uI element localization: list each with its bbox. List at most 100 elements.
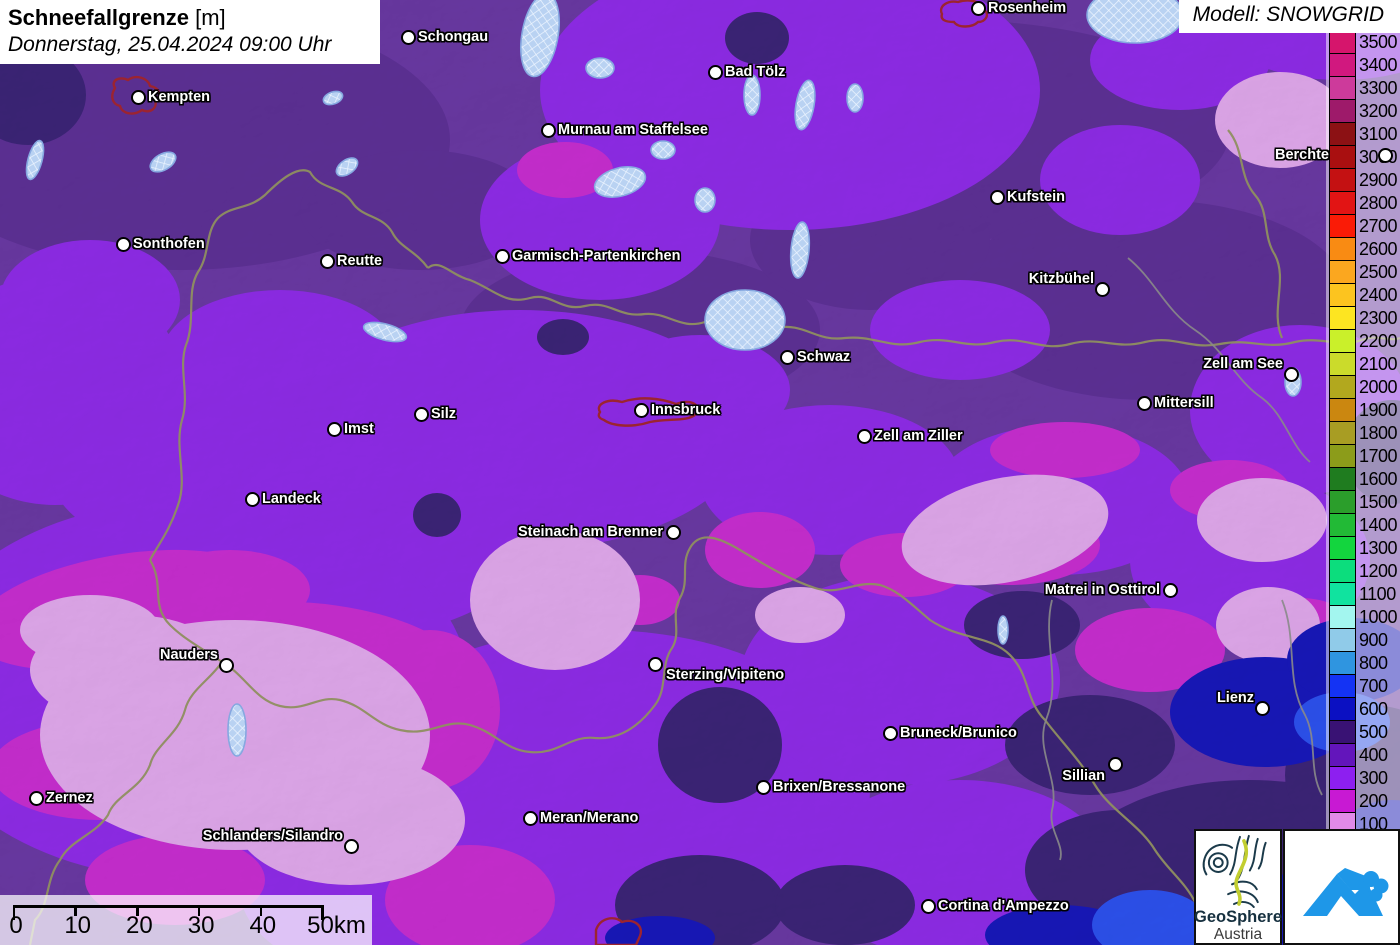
colorbar-value: 700	[1359, 676, 1388, 696]
colorbar-entry: 1200	[1326, 559, 1400, 583]
colorbar-value: 1800	[1359, 423, 1398, 443]
colorbar-swatch	[1329, 214, 1356, 238]
colorbar-swatch	[1329, 720, 1356, 744]
colorbar-swatch	[1329, 283, 1356, 307]
colorbar-swatch	[1329, 444, 1356, 468]
colorbar-swatch	[1329, 352, 1356, 376]
colorbar-swatch	[1329, 53, 1356, 77]
scalebar-label: 0	[9, 912, 23, 939]
geosphere-logo-subtext: Austria	[1213, 926, 1263, 943]
scalebar-label: 10	[64, 912, 92, 939]
colorbar-entry: 1800	[1326, 421, 1400, 445]
colorbar-entry: 2600	[1326, 237, 1400, 261]
snowline-map	[0, 0, 1400, 945]
colorbar-entry: 3200	[1326, 99, 1400, 123]
scalebar-label: 30	[187, 912, 215, 939]
colorbar-value: 3000	[1359, 147, 1398, 167]
colorbar-entry: 200	[1326, 789, 1400, 813]
colorbar-entry: 1300	[1326, 536, 1400, 560]
colorbar-entry: 2500	[1326, 260, 1400, 284]
colorbar-value: 2500	[1359, 262, 1398, 282]
colorbar-value: 3300	[1359, 78, 1398, 98]
colorbar-swatch	[1329, 513, 1356, 537]
colorbar-swatch	[1329, 122, 1356, 146]
colorbar-entry: 2400	[1326, 283, 1400, 307]
weather-map-screen: Schongau Rosenheim Bad Tölz Kempten Murnau a…	[0, 0, 1400, 945]
colorbar-value: 300	[1359, 768, 1388, 788]
title-unit: [m]	[195, 5, 226, 30]
title-datetime: Donnerstag, 25.04.2024 09:00 Uhr	[8, 33, 332, 56]
colorbar-entry: 2000	[1326, 375, 1400, 399]
geosphere-contour-icon	[1202, 834, 1267, 908]
colorbar-swatch	[1329, 766, 1356, 790]
colorbar-swatch	[1329, 697, 1356, 721]
colorbar-entry: 1100	[1326, 582, 1400, 606]
colorbar-value: 2700	[1359, 216, 1398, 236]
colorbar-swatch	[1329, 628, 1356, 652]
colorbar-swatch	[1329, 306, 1356, 330]
colorbar-value: 200	[1359, 791, 1388, 811]
colorbar-swatch	[1329, 536, 1356, 560]
colorbar-entry: 3300	[1326, 76, 1400, 100]
colorbar-value: 3200	[1359, 101, 1398, 121]
colorbar-value: 500	[1359, 722, 1388, 742]
colorbar-value: 1900	[1359, 400, 1398, 420]
terrain-hillshade	[0, 0, 1400, 945]
colorbar-swatch	[1329, 743, 1356, 767]
colorbar-value: 2600	[1359, 239, 1398, 259]
colorbar-value: 2200	[1359, 331, 1398, 351]
colorbar-entry: 400	[1326, 743, 1400, 767]
colorbar-swatch	[1329, 168, 1356, 192]
colorbar-entry: 3500	[1326, 30, 1400, 54]
colorbar-value: 1000	[1359, 607, 1398, 627]
colorbar-value: 1300	[1359, 538, 1398, 558]
colorbar-entry: 2100	[1326, 352, 1400, 376]
scalebar-label: 20	[126, 912, 153, 939]
scalebar-line	[14, 905, 323, 908]
colorbar-entry: 1000	[1326, 605, 1400, 629]
colorbar-swatch	[1329, 605, 1356, 629]
colorbar-swatch	[1329, 30, 1356, 54]
title-variable: Schneefallgrenze	[8, 5, 189, 30]
colorbar-swatch	[1329, 674, 1356, 698]
colorbar-entry: 800	[1326, 651, 1400, 675]
tirol-roof-icon	[1303, 868, 1389, 916]
colorbar-swatch	[1329, 651, 1356, 675]
colorbar-swatch	[1329, 260, 1356, 284]
colorbar-value: 2100	[1359, 354, 1398, 374]
colorbar-entry: 700	[1326, 674, 1400, 698]
colorbar-swatch	[1329, 191, 1356, 215]
geosphere-logo: GeoSphere Austria	[1194, 829, 1282, 945]
colorbar-value: 1100	[1359, 584, 1396, 604]
colorbar-entry: 2900	[1326, 168, 1400, 192]
colorbar-swatch	[1329, 145, 1356, 169]
colorbar-entry: 3100	[1326, 122, 1400, 146]
colorbar-entry: 300	[1326, 766, 1400, 790]
colorbar-entry: 2700	[1326, 214, 1400, 238]
colorbar-swatch	[1329, 375, 1356, 399]
distance-scalebar: 0 10 20 30 40 50km	[0, 895, 372, 945]
colorbar-value: 1200	[1359, 561, 1398, 581]
colorbar-swatch	[1329, 467, 1356, 491]
colorbar-value: 1700	[1359, 446, 1398, 466]
colorbar-rows: 3500 3400 3300 3200 3100 3000 2900 2800 2700 2600…	[1326, 30, 1400, 836]
colorbar-swatch	[1329, 99, 1356, 123]
colorbar-entry: 500	[1326, 720, 1400, 744]
colorbar-legend: 3500 3400 3300 3200 3100 3000 2900 2800 2700 2600…	[1326, 30, 1400, 845]
colorbar-entry: 2200	[1326, 329, 1400, 353]
colorbar-swatch	[1329, 789, 1356, 813]
colorbar-value: 2900	[1359, 170, 1398, 190]
colorbar-value: 400	[1359, 745, 1388, 765]
colorbar-entry: 1700	[1326, 444, 1400, 468]
colorbar-value: 1500	[1359, 492, 1398, 512]
colorbar-value: 2300	[1359, 308, 1398, 328]
colorbar-entry: 3000	[1326, 145, 1400, 169]
colorbar-swatch	[1329, 559, 1356, 583]
colorbar-value: 2000	[1359, 377, 1398, 397]
geosphere-logo-text: GeoSphere	[1193, 908, 1283, 926]
page-title: Schneefallgrenze [m]	[8, 5, 368, 31]
colorbar-value: 2400	[1359, 285, 1398, 305]
colorbar-entry: 1500	[1326, 490, 1400, 514]
title-box: Schneefallgrenze [m] Donnerstag, 25.04.2…	[0, 0, 380, 64]
colorbar-swatch	[1329, 237, 1356, 261]
